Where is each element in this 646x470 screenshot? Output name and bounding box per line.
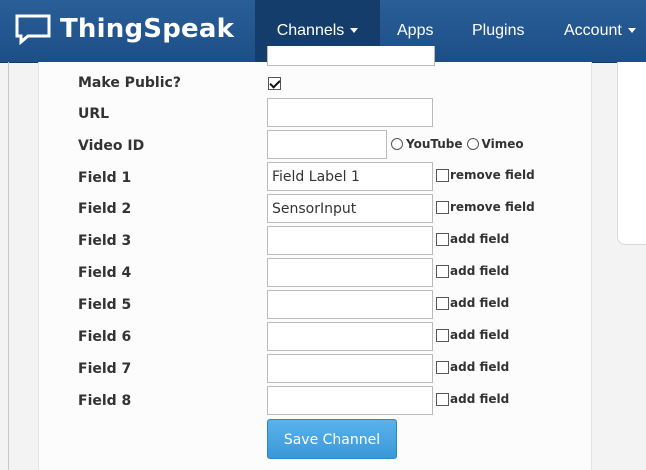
field-6-label: Field 6 <box>78 329 132 345</box>
brand-name: ThingSpeak <box>60 14 235 44</box>
field-5-add[interactable]: add field <box>436 296 509 310</box>
field-2-action-label: remove field <box>450 200 535 214</box>
caret-down-icon <box>627 28 636 34</box>
field-3-label: Field 3 <box>78 233 132 249</box>
field-3-checkbox[interactable] <box>436 232 449 246</box>
field-2-label: Field 2 <box>78 201 132 217</box>
field-7-label: Field 7 <box>78 361 132 377</box>
nav-account-label: Account <box>564 22 622 39</box>
help-side-panel <box>617 62 646 245</box>
field-7-add[interactable]: add field <box>436 360 509 374</box>
field-8-checkbox[interactable] <box>436 392 449 406</box>
field-1-checkbox[interactable] <box>436 168 449 182</box>
field-4-checkbox[interactable] <box>436 264 449 278</box>
field-6-input[interactable] <box>267 322 433 351</box>
field-1-label: Field 1 <box>78 170 132 186</box>
make-public-label: Make Public? <box>78 75 181 91</box>
url-label: URL <box>78 106 110 122</box>
brand-logo[interactable]: ThingSpeak <box>14 9 234 49</box>
field-1-remove[interactable]: remove field <box>436 168 535 182</box>
field-7-input[interactable] <box>267 354 433 383</box>
field-8-action-label: add field <box>450 392 510 406</box>
field-4-add[interactable]: add field <box>436 264 509 278</box>
field-6-checkbox[interactable] <box>436 328 449 342</box>
field-5-input[interactable] <box>267 290 433 319</box>
field-7-action-label: add field <box>450 360 510 374</box>
save-channel-button[interactable]: Save Channel <box>267 419 397 459</box>
field-4-action-label: add field <box>450 264 510 278</box>
field-7-checkbox[interactable] <box>436 360 449 374</box>
youtube-radio[interactable] <box>391 138 403 150</box>
field-5-label: Field 5 <box>78 297 132 313</box>
field-2-remove[interactable]: remove field <box>436 200 535 214</box>
field-3-add[interactable]: add field <box>436 232 509 246</box>
video-type-radio-group: YouTube Vimeo <box>391 137 524 151</box>
field-4-input[interactable] <box>267 258 433 287</box>
description-input-bottom[interactable] <box>267 46 435 66</box>
left-border <box>8 62 9 470</box>
field-3-input[interactable] <box>267 226 433 255</box>
vimeo-label: Vimeo <box>481 137 524 151</box>
nav-plugins-label: Plugins <box>472 22 525 39</box>
field-6-action-label: add field <box>450 328 510 342</box>
nav-apps-label: Apps <box>397 22 434 39</box>
nav-plugins[interactable]: Plugins <box>472 0 524 62</box>
chat-bubble-icon <box>15 14 51 45</box>
field-1-input[interactable] <box>267 162 433 191</box>
nav-channels-label: Channels <box>276 22 345 39</box>
field-8-label: Field 8 <box>78 393 132 409</box>
nav-account[interactable]: Account <box>564 0 636 62</box>
video-id-input[interactable] <box>267 130 387 159</box>
field-2-checkbox[interactable] <box>436 200 449 214</box>
field-6-add[interactable]: add field <box>436 328 509 342</box>
youtube-label: YouTube <box>406 137 463 151</box>
field-3-action-label: add field <box>450 232 510 246</box>
url-input[interactable] <box>267 98 433 127</box>
vimeo-radio[interactable] <box>466 138 479 150</box>
field-1-action-label: remove field <box>450 168 535 182</box>
field-5-action-label: add field <box>450 296 510 310</box>
field-2-input[interactable] <box>267 194 433 223</box>
field-8-input[interactable] <box>267 386 433 415</box>
make-public-checkbox[interactable] <box>268 77 281 90</box>
video-id-label: Video ID <box>78 138 145 154</box>
field-4-label: Field 4 <box>78 265 132 281</box>
field-5-checkbox[interactable] <box>436 296 449 310</box>
field-8-add[interactable]: add field <box>436 392 509 406</box>
caret-down-icon <box>350 28 359 34</box>
